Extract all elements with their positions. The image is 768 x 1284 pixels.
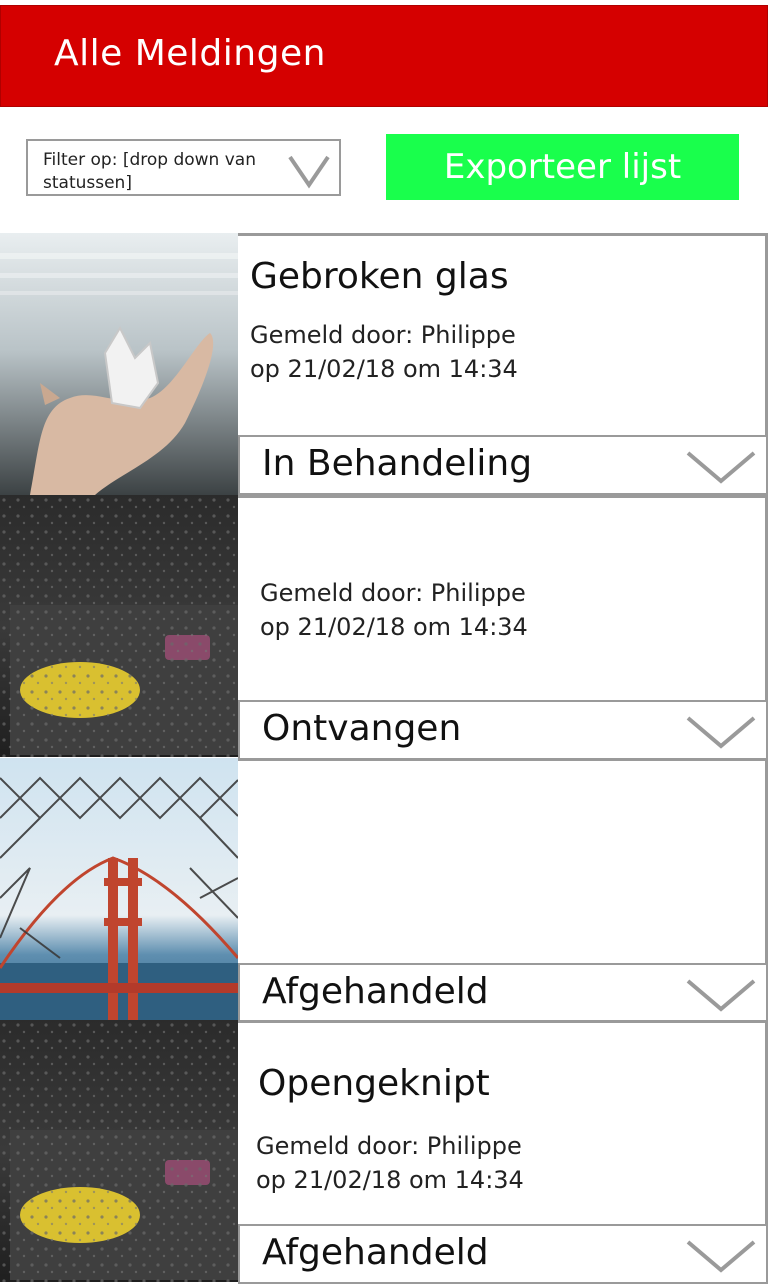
status-dropdown[interactable]: In Behandeling [238,435,768,495]
page-title: Alle Meldingen [54,33,326,74]
chevron-down-icon [686,979,756,1012]
report-meta: Gemeld door: Philippe op 21/02/18 om 14:… [250,318,518,386]
report-item[interactable]: Gemeld door: Philippe op 21/02/18 om 14:… [0,495,768,760]
report-photo [0,758,238,1020]
chevron-down-icon [686,451,756,484]
status-label: Ontvangen [262,708,462,749]
report-item[interactable]: Opengeknipt Gemeld door: Philippe op 21/… [0,1020,768,1284]
report-title: Opengeknipt [258,1063,490,1104]
report-item[interactable]: Gebroken glas Gemeld door: Philippe op 2… [0,233,768,495]
reporter-text: Gemeld door: Philippe [250,321,516,349]
report-date: op 21/02/18 om 14:34 [256,1166,524,1194]
report-meta: Gemeld door: Philippe op 21/02/18 om 14:… [256,1129,524,1197]
export-list-button[interactable]: Exporteer lijst [386,134,739,200]
report-photo [0,495,238,757]
status-filter-dropdown[interactable]: Filter op: [drop down van statussen] [26,139,341,196]
reporter-text: Gemeld door: Philippe [256,1132,522,1160]
report-item[interactable]: Afgehandeld [0,758,768,1023]
status-label: Afgehandeld [262,1232,489,1273]
report-date: op 21/02/18 om 14:34 [250,355,518,383]
status-label: Afgehandeld [262,971,489,1012]
status-dropdown[interactable]: Ontvangen [238,700,768,760]
app-header: Alle Meldingen [0,5,768,107]
report-meta: Gemeld door: Philippe op 21/02/18 om 14:… [260,576,528,644]
status-dropdown[interactable]: Afgehandeld [238,963,768,1023]
report-title: Gebroken glas [250,256,509,297]
chevron-down-icon [686,1240,756,1273]
status-label: In Behandeling [262,443,533,484]
reporter-text: Gemeld door: Philippe [260,579,526,607]
status-dropdown[interactable]: Afgehandeld [238,1224,768,1284]
report-date: op 21/02/18 om 14:34 [260,613,528,641]
filter-label: Filter op: [drop down van statussen] [43,150,256,193]
report-photo [0,1020,238,1282]
report-photo [0,233,238,495]
chevron-down-icon [686,716,756,749]
chevron-down-icon [288,155,330,189]
